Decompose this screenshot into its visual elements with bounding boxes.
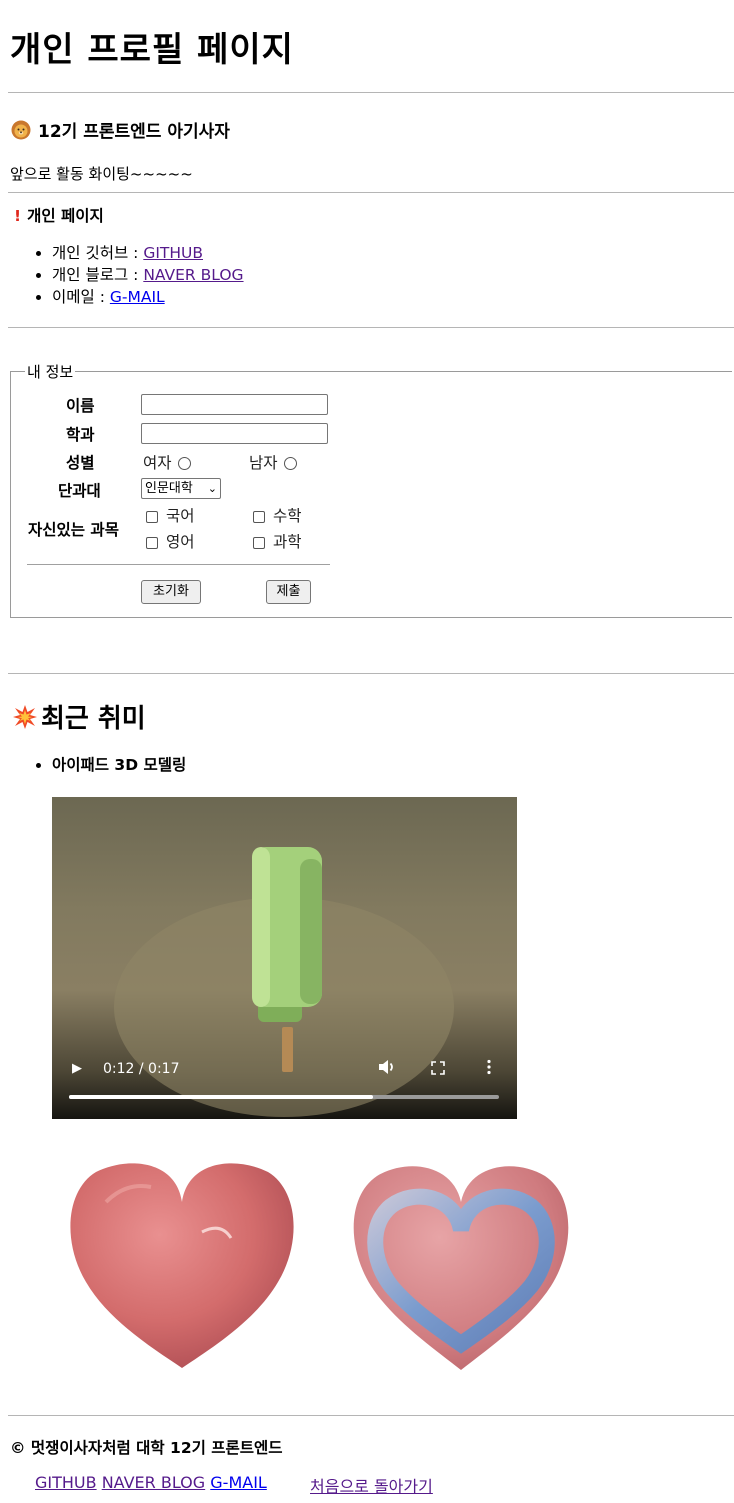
exclamation-icon: ! bbox=[14, 207, 22, 225]
footer-naver-blog-link[interactable]: NAVER BLOG bbox=[102, 1473, 205, 1492]
college-select-value: 인문대학 bbox=[145, 481, 193, 496]
subject-english-option[interactable]: 영어 bbox=[146, 530, 195, 552]
footer-links: GITHUB NAVER BLOG G-MAIL bbox=[35, 1473, 267, 1492]
gender-female-option[interactable]: 여자 bbox=[143, 451, 191, 473]
list-item: 이메일 : G-MAIL bbox=[52, 286, 244, 308]
video-player[interactable]: ▶ 0:12 / 0:17 bbox=[52, 797, 517, 1119]
personal-links-list: 개인 깃허브 : GITHUB 개인 블로그 : NAVER BLOG 이메일 … bbox=[14, 242, 244, 308]
subject-math-option[interactable]: 수학 bbox=[253, 504, 302, 526]
divider bbox=[8, 1415, 734, 1416]
gmail-link[interactable]: G-MAIL bbox=[110, 288, 165, 306]
video-progress-bar[interactable] bbox=[69, 1095, 499, 1099]
divider bbox=[8, 327, 734, 328]
hobby-heading-text: 최근 취미 bbox=[41, 704, 146, 734]
submit-button[interactable]: 제출 bbox=[266, 580, 311, 604]
link-label: 개인 깃허브 : bbox=[52, 244, 144, 262]
divider bbox=[8, 92, 734, 93]
major-label: 학과 bbox=[66, 426, 95, 444]
intro-heading-text: 12기 프론트엔드 아기사자 bbox=[38, 122, 230, 142]
pink-blue-heart-image bbox=[349, 1152, 573, 1372]
video-time: 0:12 / 0:17 bbox=[103, 1061, 180, 1077]
github-link[interactable]: GITHUB bbox=[143, 244, 203, 262]
gender-male-label: 남자 bbox=[249, 454, 278, 472]
list-item: 아이패드 3D 모델링 bbox=[52, 753, 186, 775]
naver-blog-link[interactable]: NAVER BLOG bbox=[143, 266, 243, 284]
footer-github-link[interactable]: GITHUB bbox=[35, 1473, 97, 1492]
reset-button[interactable]: 초기화 bbox=[141, 580, 201, 604]
subject-math-label: 수학 bbox=[273, 507, 302, 525]
fullscreen-icon[interactable] bbox=[431, 1061, 445, 1079]
intro-heading: 12기 프론트엔드 아기사자 bbox=[10, 117, 230, 145]
list-item: 개인 깃허브 : GITHUB bbox=[52, 242, 244, 264]
hobby-list: 아이패드 3D 모델링 bbox=[14, 753, 186, 775]
form-divider bbox=[27, 564, 330, 565]
subject-korean-option[interactable]: 국어 bbox=[146, 504, 195, 526]
footer-copyright: © 멋쟁이사자처럼 대학 12기 프론트엔드 bbox=[10, 1439, 283, 1457]
checkbox-math[interactable] bbox=[253, 510, 265, 523]
college-label: 단과대 bbox=[58, 482, 101, 500]
video-progress-fill bbox=[69, 1095, 373, 1099]
link-label: 개인 블로그 : bbox=[52, 266, 144, 284]
hobby-heading: 최근 취미 bbox=[13, 698, 146, 736]
volume-icon[interactable] bbox=[378, 1059, 396, 1079]
info-fieldset: 내 정보 bbox=[10, 361, 732, 618]
checkbox-korean[interactable] bbox=[146, 510, 158, 523]
checkbox-english[interactable] bbox=[146, 536, 158, 549]
footer-gmail-link[interactable]: G-MAIL bbox=[210, 1473, 267, 1492]
subjects-label: 자신있는 과목 bbox=[28, 521, 119, 539]
radio-female[interactable] bbox=[177, 457, 191, 470]
major-input[interactable] bbox=[141, 423, 328, 444]
pink-heart-image bbox=[66, 1142, 298, 1370]
page-title: 개인 프로필 페이지 bbox=[10, 30, 294, 70]
info-legend: 내 정보 bbox=[27, 363, 74, 381]
intro-text: 앞으로 활동 화이팅~~~~~ bbox=[10, 165, 193, 183]
gender-label: 성별 bbox=[66, 454, 95, 472]
name-label: 이름 bbox=[66, 397, 95, 415]
subject-science-option[interactable]: 과학 bbox=[253, 530, 302, 552]
list-item: 개인 블로그 : NAVER BLOG bbox=[52, 264, 244, 286]
lion-face-icon bbox=[10, 120, 32, 145]
radio-male[interactable] bbox=[283, 457, 297, 470]
divider bbox=[8, 192, 734, 193]
name-input[interactable] bbox=[141, 394, 328, 415]
more-options-icon[interactable] bbox=[486, 1059, 492, 1079]
play-icon[interactable]: ▶ bbox=[72, 1061, 82, 1076]
divider bbox=[8, 673, 734, 674]
college-select[interactable]: 인문대학 ⌄ bbox=[141, 478, 221, 499]
chevron-down-icon: ⌄ bbox=[207, 482, 217, 495]
collision-icon bbox=[13, 705, 37, 736]
gender-female-label: 여자 bbox=[143, 454, 172, 472]
subject-english-label: 영어 bbox=[166, 533, 195, 551]
back-to-top-link[interactable]: 처음으로 돌아가기 bbox=[310, 1473, 433, 1497]
personal-heading: ! 개인 페이지 bbox=[14, 204, 104, 226]
checkbox-science[interactable] bbox=[253, 536, 265, 549]
personal-heading-text: 개인 페이지 bbox=[27, 207, 104, 225]
link-label: 이메일 : bbox=[52, 288, 110, 306]
subject-korean-label: 국어 bbox=[166, 507, 195, 525]
gender-male-option[interactable]: 남자 bbox=[249, 451, 297, 473]
subject-science-label: 과학 bbox=[273, 533, 302, 551]
